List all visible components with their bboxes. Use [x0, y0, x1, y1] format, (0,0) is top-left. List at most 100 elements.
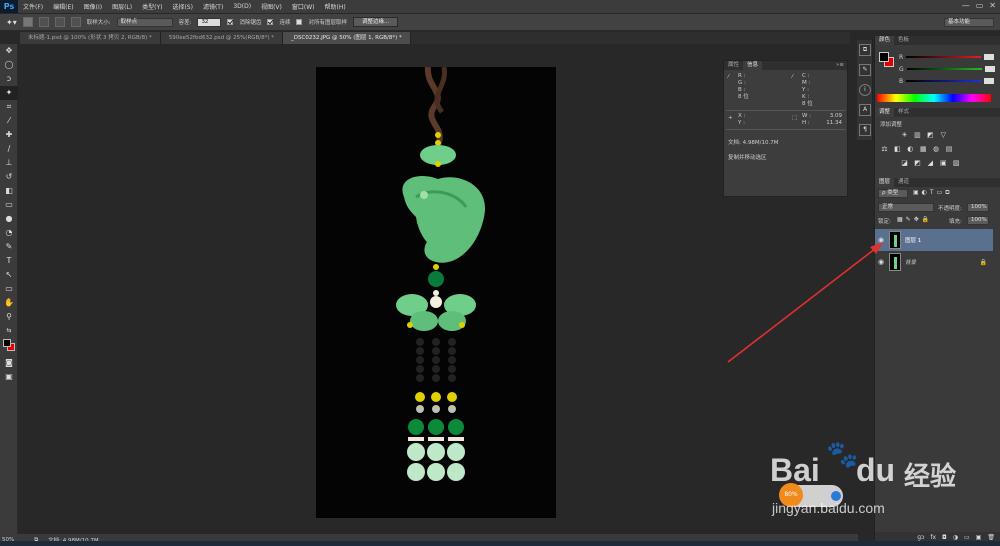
blend-mode-select[interactable]: 正常	[878, 203, 934, 212]
paragraph-icon[interactable]: ¶	[859, 124, 871, 136]
foreground-color-swatch[interactable]	[3, 339, 11, 347]
layer-style-icon[interactable]: fx	[930, 534, 936, 541]
menu-file[interactable]: 文件(F)	[18, 2, 48, 11]
b-slider[interactable]: B	[899, 77, 995, 85]
r-slider[interactable]: R	[899, 53, 995, 61]
eraser-tool-icon[interactable]: ◧	[0, 184, 18, 198]
vibrance-icon[interactable]: ⚖	[880, 145, 889, 154]
eyedropper-tool-icon[interactable]: ⁄	[0, 114, 18, 128]
layer-filter-select[interactable]: ρ 类型	[878, 189, 908, 198]
exposure-icon[interactable]: ▽	[939, 131, 948, 140]
layer-filter-icons[interactable]: ▣◐T▭⧉	[913, 189, 953, 197]
dodge-tool-icon[interactable]: ◔	[0, 226, 18, 240]
r-value-box[interactable]	[984, 54, 995, 60]
g-value-box[interactable]	[984, 66, 995, 72]
menu-3d[interactable]: 3D(D)	[228, 3, 256, 10]
tab-channels[interactable]: 通道	[894, 178, 913, 187]
jade-pendant-photo[interactable]	[316, 67, 556, 518]
photo-filter-icon[interactable]: ◍	[932, 145, 941, 154]
tab-swatches[interactable]: 色板	[894, 36, 913, 45]
floating-speed-widget[interactable]: 80%	[779, 483, 843, 507]
menu-view[interactable]: 视图(V)	[256, 2, 287, 11]
tab-untitled[interactable]: 未标题-1.psd @ 100% (形状 3 拷贝 2, RGB/8) *	[20, 32, 161, 44]
tolerance-input[interactable]: 32	[197, 17, 222, 27]
minimize-button[interactable]: —	[962, 1, 970, 10]
threshold-icon[interactable]: ◢	[926, 159, 935, 168]
marquee-tool-icon[interactable]: ◯	[0, 58, 18, 72]
speed-percent-badge[interactable]: 80%	[779, 483, 803, 507]
workspace-select[interactable]: 基本功能	[944, 17, 994, 27]
opacity-input[interactable]: 100%	[967, 203, 989, 212]
move-tool-icon[interactable]: ✥	[0, 44, 18, 58]
type-tool-icon[interactable]: T	[0, 254, 18, 268]
history-icon[interactable]: ⧉	[859, 44, 871, 56]
menu-image[interactable]: 图像(I)	[79, 2, 107, 11]
close-button[interactable]: ✕	[989, 1, 996, 10]
brightness-contrast-icon[interactable]: ☀	[900, 131, 909, 140]
intersect-selection-icon[interactable]	[70, 17, 81, 27]
blur-tool-icon[interactable]: ●	[0, 212, 18, 226]
levels-icon[interactable]: ▥	[913, 131, 922, 140]
widget-arrow-icon[interactable]	[831, 491, 841, 501]
add-selection-icon[interactable]	[38, 17, 49, 27]
tab-color[interactable]: 颜色	[875, 36, 895, 45]
screen-mode-icon[interactable]: ▣	[0, 370, 18, 384]
new-layer-icon[interactable]: ▣	[976, 534, 982, 541]
new-group-icon[interactable]: ▭	[964, 534, 970, 541]
new-selection-icon[interactable]	[22, 17, 33, 27]
g-track[interactable]	[906, 68, 982, 70]
menu-layer[interactable]: 图层(L)	[107, 2, 137, 11]
menu-edit[interactable]: 编辑(E)	[48, 2, 78, 11]
sample-size-select[interactable]: 取样点	[116, 17, 173, 27]
selective-color-icon[interactable]: ▨	[952, 159, 961, 168]
pen-tool-icon[interactable]: ✎	[0, 240, 18, 254]
background-layer-name[interactable]: 背景	[905, 258, 916, 266]
contiguous-checkbox[interactable]	[267, 19, 274, 25]
invert-icon[interactable]: ◪	[900, 159, 909, 168]
add-mask-icon[interactable]: ◘	[942, 534, 947, 541]
crop-tool-icon[interactable]: ⌗	[0, 100, 18, 114]
menu-help[interactable]: 帮助(H)	[320, 2, 351, 11]
refine-edge-button[interactable]: 调整边缘...	[352, 17, 399, 27]
hand-tool-icon[interactable]: ✋	[0, 296, 18, 310]
lasso-tool-icon[interactable]: ↄ	[0, 72, 18, 86]
panel-menu-icon[interactable]: »≡	[836, 61, 847, 70]
healing-brush-tool-icon[interactable]: ✚	[0, 128, 18, 142]
posterize-icon[interactable]: ◩	[913, 159, 922, 168]
zoom-tool-icon[interactable]: ⚲	[0, 310, 18, 324]
b-value-box[interactable]	[984, 78, 995, 84]
fg-color-box[interactable]	[879, 52, 889, 62]
subtract-selection-icon[interactable]	[54, 17, 65, 27]
menu-filter[interactable]: 滤镜(T)	[198, 2, 228, 11]
layer-row-background[interactable]: ◉ 背景 🔒	[875, 251, 993, 273]
tab-layers[interactable]: 图层	[875, 178, 895, 187]
g-slider[interactable]: G	[899, 65, 995, 73]
link-layers-icon[interactable]: ɡɔ	[917, 534, 924, 541]
r-track[interactable]	[906, 56, 982, 58]
delete-layer-icon[interactable]: 🗑	[987, 534, 995, 541]
lock-icons[interactable]: ▦✎✥🔒	[897, 216, 932, 223]
swap-colors-icon[interactable]: ⇆	[0, 324, 18, 338]
tab-properties[interactable]: 属性	[724, 61, 743, 70]
brush-preset-icon[interactable]: ✎	[859, 64, 871, 76]
character-icon[interactable]: A	[859, 104, 871, 116]
gradient-tool-icon[interactable]: ▭	[0, 198, 18, 212]
gradient-map-icon[interactable]: ▣	[939, 159, 948, 168]
color-spectrum[interactable]	[877, 94, 991, 102]
magic-wand-tool-icon[interactable]: ✦	[0, 86, 18, 100]
tab-info[interactable]: 信息	[743, 61, 763, 70]
channel-mixer-icon[interactable]: ▤	[945, 145, 954, 154]
path-selection-tool-icon[interactable]: ↖	[0, 268, 18, 282]
history-brush-tool-icon[interactable]: ↺	[0, 170, 18, 184]
b-track[interactable]	[906, 80, 982, 82]
tab-styles[interactable]: 样式	[894, 108, 913, 117]
brush-tool-icon[interactable]: ∕	[0, 142, 18, 156]
black-white-icon[interactable]: ▦	[919, 145, 928, 154]
layer1-name[interactable]: 图层 1	[905, 236, 921, 244]
clone-stamp-tool-icon[interactable]: ⊥	[0, 156, 18, 170]
tab-adjustments[interactable]: 调整	[875, 108, 895, 117]
tab-590ee[interactable]: 590ee52fbd632.psd @ 25%(RGB/8*) *	[160, 32, 284, 44]
menu-type[interactable]: 类型(Y)	[137, 2, 167, 11]
tab-dsc0232[interactable]: _DSC0232.JPG @ 50% (图层 1, RGB/8*) *	[283, 32, 411, 44]
layer-row-layer1[interactable]: ◉ 图层 1	[875, 229, 993, 251]
